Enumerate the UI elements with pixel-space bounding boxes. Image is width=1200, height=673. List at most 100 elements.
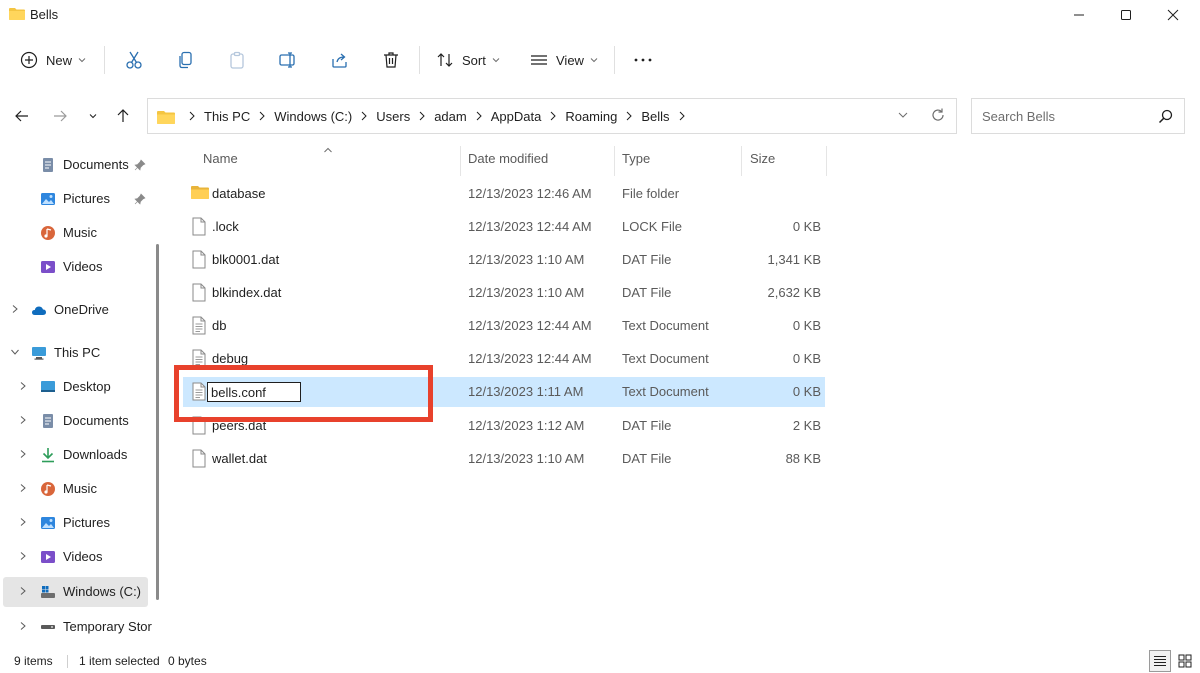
arrow-right-icon <box>54 110 67 122</box>
view-button[interactable]: View <box>530 38 598 82</box>
sort-button[interactable]: Sort <box>436 38 500 82</box>
sidebar-item-pictures[interactable]: Pictures <box>0 508 150 538</box>
rename-input[interactable] <box>207 382 301 402</box>
sidebar-item-desktop[interactable]: Desktop <box>0 372 150 402</box>
pin-icon[interactable] <box>134 159 146 171</box>
chevron-right-icon[interactable] <box>10 304 20 314</box>
desktop-icon <box>41 381 55 392</box>
status-bar: 9 items 1 item selected 0 bytes <box>0 648 1200 673</box>
file-date: 12/13/2023 12:44 AM <box>468 318 592 333</box>
sidebar-item-music-quick[interactable]: Music <box>0 218 150 248</box>
refresh-icon[interactable] <box>930 107 946 123</box>
breadcrumb-this-pc[interactable]: This PC <box>204 109 250 124</box>
chevron-right-icon[interactable] <box>18 483 28 493</box>
chevron-right-icon[interactable] <box>18 586 28 596</box>
up-button[interactable] <box>111 104 135 128</box>
file-row-db[interactable]: db 12/13/2023 12:44 AM Text Document 0 K… <box>183 311 825 341</box>
file-row-wallet[interactable]: wallet.dat 12/13/2023 1:10 AM DAT File 8… <box>183 444 825 474</box>
file-row-lock[interactable]: .lock 12/13/2023 12:44 AM LOCK File 0 KB <box>183 212 825 242</box>
more-options-button[interactable] <box>633 38 653 82</box>
documents-icon <box>43 414 53 428</box>
file-row-peers[interactable]: peers.dat 12/13/2023 1:12 AM DAT File 2 … <box>183 411 825 441</box>
sidebar-item-onedrive[interactable]: OneDrive <box>0 295 150 325</box>
chevron-right-icon[interactable] <box>18 415 28 425</box>
address-dropdown-icon[interactable] <box>896 108 910 122</box>
command-bar: New Sort View <box>0 38 1200 82</box>
copy-button[interactable] <box>176 38 196 82</box>
paste-icon <box>230 51 244 69</box>
sidebar-item-label: Documents <box>63 157 129 172</box>
close-button[interactable] <box>1150 0 1196 30</box>
forward-button[interactable] <box>48 104 72 128</box>
sidebar-scrollbar[interactable] <box>156 244 159 600</box>
back-button[interactable] <box>10 104 34 128</box>
breadcrumb-appdata[interactable]: AppData <box>491 109 542 124</box>
sidebar-item-temporary-storage[interactable]: Temporary Stor <box>0 612 152 642</box>
breadcrumb-users[interactable]: Users <box>376 109 410 124</box>
column-divider[interactable] <box>741 146 742 176</box>
documents-icon <box>43 158 53 172</box>
file-row-blkindex[interactable]: blkindex.dat 12/13/2023 1:10 AM DAT File… <box>183 278 825 308</box>
column-header-type[interactable]: Type <box>622 151 650 166</box>
folder-icon <box>157 111 175 124</box>
breadcrumb-adam[interactable]: adam <box>434 109 467 124</box>
new-button[interactable]: New <box>20 38 86 82</box>
sidebar-item-label: Windows (C:) <box>63 584 142 599</box>
search-placeholder: Search Bells <box>982 109 1055 124</box>
file-row-blk0001[interactable]: blk0001.dat 12/13/2023 1:10 AM DAT File … <box>183 245 825 275</box>
delete-button[interactable] <box>381 38 401 82</box>
chevron-down-icon[interactable] <box>10 347 20 357</box>
tiles-view-button[interactable] <box>1174 650 1196 672</box>
chevron-right-icon[interactable] <box>18 551 28 561</box>
cut-button[interactable] <box>124 38 144 82</box>
breadcrumb-roaming[interactable]: Roaming <box>565 109 617 124</box>
recent-locations-button[interactable] <box>81 104 105 128</box>
file-row-debug[interactable]: debug 12/13/2023 12:44 AM Text Document … <box>183 344 825 374</box>
sidebar-item-label: Videos <box>63 549 103 564</box>
sidebar-item-videos-quick[interactable]: Videos <box>0 252 150 282</box>
column-header-name[interactable]: Name <box>203 151 238 166</box>
window-title: Bells <box>30 7 59 22</box>
chevron-right-icon[interactable] <box>18 621 28 631</box>
sidebar-item-label: Desktop <box>63 379 111 394</box>
details-view-button[interactable] <box>1149 650 1171 672</box>
column-divider[interactable] <box>614 146 615 176</box>
breadcrumb-windows-c[interactable]: Windows (C:) <box>274 109 352 124</box>
column-divider[interactable] <box>826 146 827 176</box>
sidebar-item-videos[interactable]: Videos <box>0 542 150 572</box>
share-button[interactable] <box>330 38 350 82</box>
column-header-date[interactable]: Date modified <box>468 151 548 166</box>
column-header-size[interactable]: Size <box>750 151 775 166</box>
sidebar-item-documents-pinned[interactable]: Documents <box>0 150 150 180</box>
close-icon <box>1167 9 1179 21</box>
rename-button[interactable] <box>278 38 298 82</box>
file-date: 12/13/2023 12:44 AM <box>468 351 592 366</box>
sidebar-item-pictures-pinned[interactable]: Pictures <box>0 184 150 214</box>
sidebar-item-documents[interactable]: Documents <box>0 406 150 436</box>
file-type: DAT File <box>622 451 672 466</box>
sidebar-item-downloads[interactable]: Downloads <box>0 440 150 470</box>
file-name: database <box>212 186 266 201</box>
copy-icon <box>179 51 192 69</box>
arrow-up-icon <box>117 109 129 122</box>
file-row-bells-conf[interactable]: 12/13/2023 1:11 AM Text Document 0 KB <box>183 377 825 407</box>
chevron-right-icon <box>625 111 633 121</box>
chevron-right-icon[interactable] <box>18 517 28 527</box>
pin-icon[interactable] <box>134 193 146 205</box>
file-icon <box>192 250 206 269</box>
sidebar-item-windows-c[interactable]: Windows (C:) <box>3 577 148 607</box>
maximize-button[interactable] <box>1103 0 1149 30</box>
sidebar-item-this-pc[interactable]: This PC <box>0 338 150 368</box>
search-input[interactable]: Search Bells <box>971 98 1185 134</box>
scissors-icon <box>126 51 142 69</box>
sidebar-item-music[interactable]: Music <box>0 474 150 504</box>
address-bar[interactable]: This PC Windows (C:) Users adam AppData … <box>147 98 957 134</box>
paste-button[interactable] <box>227 38 247 82</box>
file-row-database[interactable]: database 12/13/2023 12:46 AM File folder <box>183 179 825 209</box>
chevron-right-icon[interactable] <box>18 381 28 391</box>
file-name: debug <box>212 351 249 366</box>
chevron-right-icon[interactable] <box>18 449 28 459</box>
column-divider[interactable] <box>460 146 461 176</box>
breadcrumb-bells[interactable]: Bells <box>641 109 669 124</box>
minimize-button[interactable] <box>1056 0 1102 30</box>
